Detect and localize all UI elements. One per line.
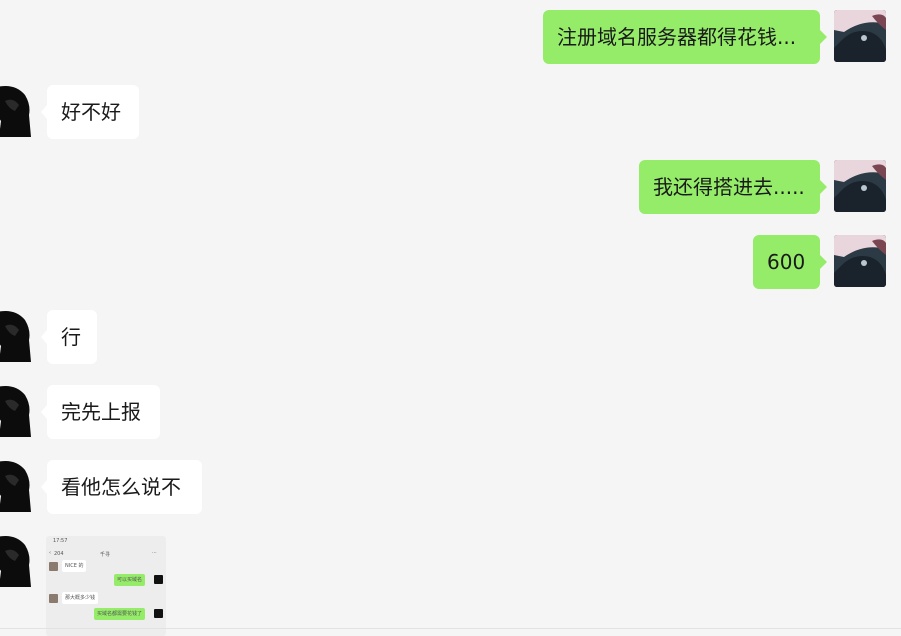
message-bubble-received[interactable]: 完先上报: [41, 385, 160, 439]
contact-avatar-image: [0, 310, 37, 362]
mini-bubble-sent: 可以买域名: [114, 574, 146, 586]
contact-avatar-image: [0, 385, 37, 437]
mini-bubble-sent: 买域名都需要花钱了: [94, 608, 146, 620]
message-bubble-received[interactable]: 看他怎么说不: [41, 460, 202, 514]
my-avatar[interactable]: [834, 235, 886, 287]
contact-avatar[interactable]: [0, 535, 37, 587]
mini-my-avatar: [154, 575, 163, 584]
mini-contact-avatar: [49, 562, 58, 571]
input-area-divider: [0, 628, 901, 629]
contact-avatar-image: [0, 460, 37, 512]
mini-back-icon: ‹: [49, 550, 51, 556]
chat-window: 注册域名服务器都得花钱... 好不好 我还得搭进去..... 600 行 完先上…: [0, 0, 901, 636]
mini-my-avatar: [154, 609, 163, 618]
contact-avatar[interactable]: [0, 310, 37, 362]
message-bubble-sent[interactable]: 注册域名服务器都得花钱...: [543, 10, 827, 64]
my-avatar-image: [834, 160, 886, 212]
message-bubble-sent[interactable]: 我还得搭进去.....: [639, 160, 827, 214]
mini-bubble-received: 那大概多少钱: [62, 592, 99, 604]
my-avatar[interactable]: [834, 160, 886, 212]
mini-contact-name: 千寻: [100, 552, 111, 558]
my-avatar-image: [834, 10, 886, 62]
contact-avatar-image: [0, 535, 37, 587]
message-bubble-sent[interactable]: 600: [753, 235, 827, 289]
mini-time: 17:57: [53, 538, 68, 544]
mini-contact-avatar: [49, 594, 58, 603]
image-message-screenshot[interactable]: 17:57 ‹ 204 千寻 ··· NICE 的 可以买域名 那大概多少钱 买…: [46, 536, 166, 636]
contact-avatar-image: [0, 85, 37, 137]
message-bubble-received[interactable]: 行: [41, 310, 97, 364]
my-avatar[interactable]: [834, 10, 886, 62]
contact-avatar[interactable]: [0, 385, 37, 437]
contact-avatar[interactable]: [0, 460, 37, 512]
mini-bubble-received: NICE 的: [62, 560, 87, 572]
mini-more-icon: ···: [152, 550, 157, 556]
contact-avatar[interactable]: [0, 85, 37, 137]
my-avatar-image: [834, 235, 886, 287]
message-bubble-received[interactable]: 好不好: [41, 85, 139, 139]
mini-back-count: 204: [54, 551, 64, 557]
